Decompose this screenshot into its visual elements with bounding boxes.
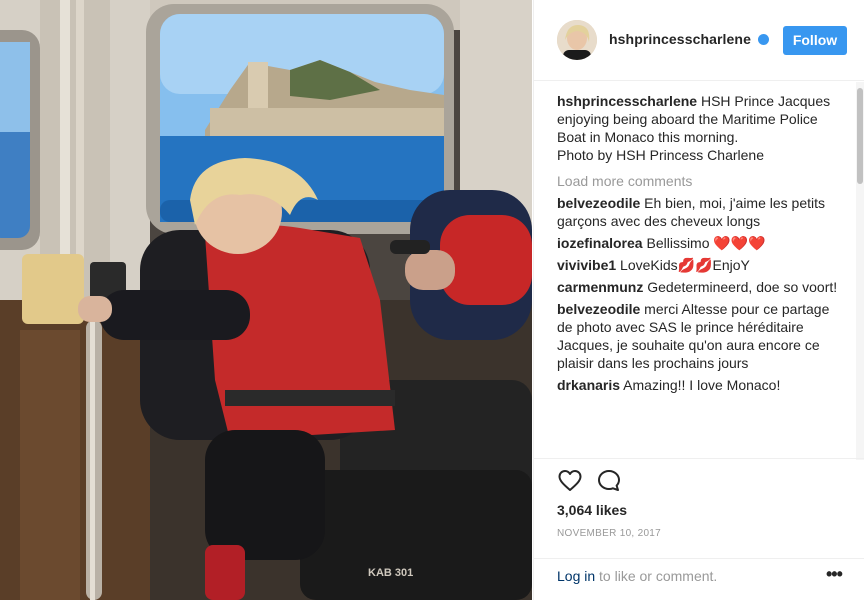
- comment-text: Bellissimo ❤️❤️❤️: [646, 235, 766, 251]
- profile-username[interactable]: hshprincesscharlene: [609, 31, 751, 47]
- login-prompt-text: to like or comment.: [595, 568, 718, 584]
- comment-username[interactable]: drkanaris: [557, 377, 620, 393]
- load-more-comments-link[interactable]: Load more comments: [557, 172, 845, 190]
- comment-item: vivivibe1 LoveKids💋💋EnjoY: [557, 256, 845, 274]
- boat-label: KAB 301: [368, 567, 413, 579]
- caption-credit: Photo by HSH Princess Charlene: [557, 147, 764, 163]
- scrollbar-thumb[interactable]: [857, 88, 863, 184]
- comment-item: belvezeodile merci Altesse pour ce parta…: [557, 300, 845, 372]
- post-header: hshprincesscharlene Follow: [534, 0, 864, 81]
- likes-count[interactable]: 3,064 likes: [557, 502, 627, 518]
- heart-icon[interactable]: [557, 468, 583, 494]
- comment-item: carmenmunz Gedetermineerd, doe so voort!: [557, 278, 845, 296]
- comment-username[interactable]: vivivibe1: [557, 257, 616, 273]
- login-prompt: Log in to like or comment.: [557, 568, 717, 584]
- login-link[interactable]: Log in: [557, 568, 595, 584]
- post-actions: 3,064 likes NOVEMBER 10, 2017: [534, 458, 864, 559]
- comment-item: iozefinalorea Bellissimo ❤️❤️❤️: [557, 234, 845, 252]
- comments-section: hshprincesscharlene HSH Prince Jacques e…: [557, 92, 845, 456]
- comment-item: belvezeodile Eh bien, moi, j'aime les pe…: [557, 194, 845, 230]
- comment-text: Gedetermineerd, doe so voort!: [647, 279, 838, 295]
- comments-scrollbar[interactable]: [856, 82, 864, 460]
- instagram-post: KAB 301 hshprincesscharlene Follow hshpr…: [0, 0, 864, 600]
- boat-scene-image: KAB 301: [0, 0, 532, 600]
- post-date: NOVEMBER 10, 2017: [557, 528, 662, 539]
- caption: hshprincesscharlene HSH Prince Jacques e…: [557, 92, 845, 164]
- comment-text: LoveKids💋💋EnjoY: [620, 257, 750, 273]
- comment-username[interactable]: belvezeodile: [557, 301, 640, 317]
- post-footer: Log in to like or comment. •••: [534, 558, 864, 601]
- comment-username[interactable]: iozefinalorea: [557, 235, 643, 251]
- post-photo[interactable]: KAB 301: [0, 0, 532, 600]
- verified-badge-icon: [758, 34, 769, 45]
- comment-username[interactable]: belvezeodile: [557, 195, 640, 211]
- follow-button[interactable]: Follow: [783, 26, 847, 55]
- comment-username[interactable]: carmenmunz: [557, 279, 643, 295]
- avatar-image: [557, 20, 597, 60]
- comment-icon[interactable]: [596, 468, 622, 494]
- post-side-panel: hshprincesscharlene Follow hshprincessch…: [533, 0, 864, 600]
- more-options-icon[interactable]: •••: [826, 564, 843, 585]
- comment-item: drkanaris Amazing!! I love Monaco!: [557, 376, 845, 394]
- caption-username[interactable]: hshprincesscharlene: [557, 93, 697, 109]
- avatar[interactable]: [557, 20, 597, 60]
- comment-text: Amazing!! I love Monaco!: [623, 377, 781, 393]
